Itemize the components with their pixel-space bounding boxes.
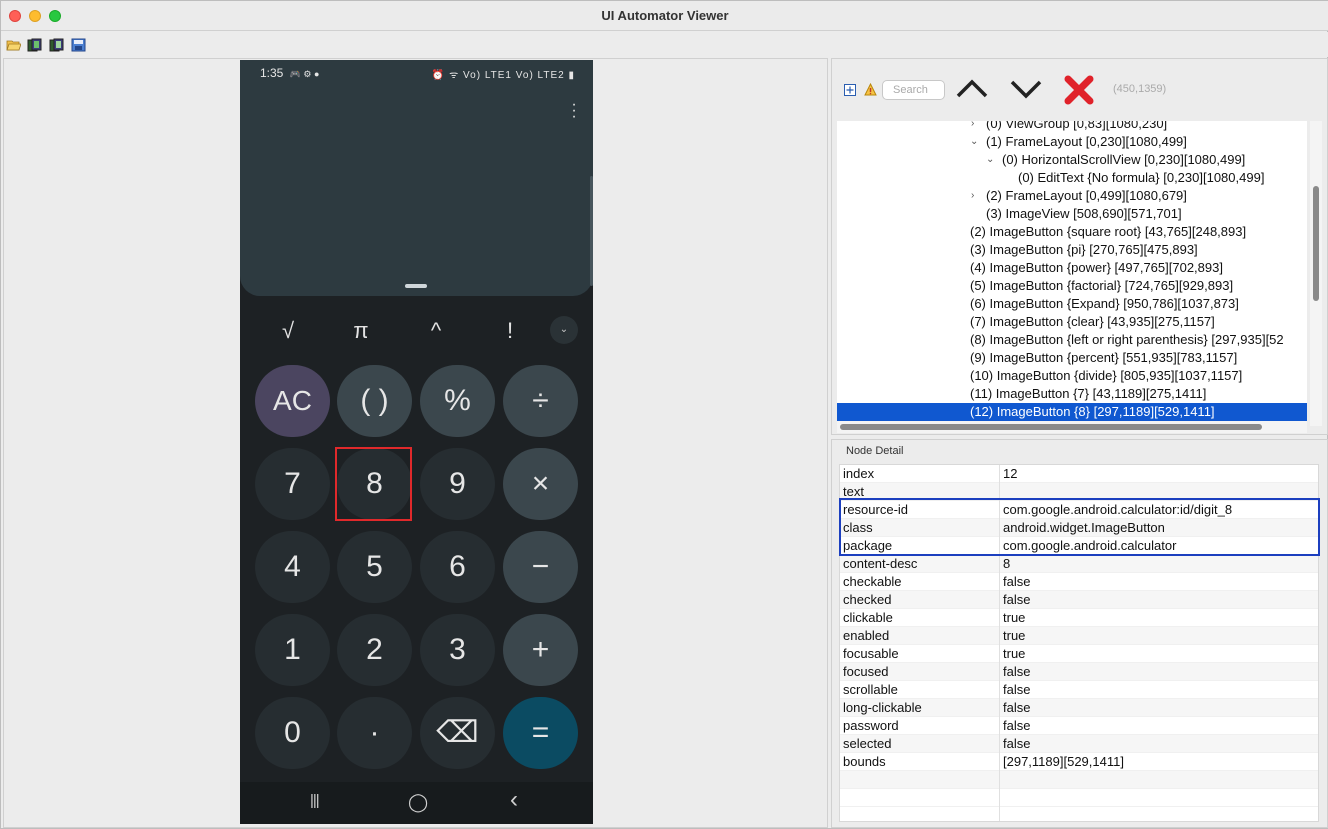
table-row[interactable]: long-clickable false — [840, 699, 1318, 717]
tree-row[interactable]: (9) ImageButton {percent} [551,935][783,… — [837, 349, 1307, 367]
title-bar: UI Automator Viewer — [1, 1, 1328, 31]
tree-row[interactable]: (7) ImageButton {clear} [43,935][275,115… — [837, 313, 1307, 331]
tree-row-selected[interactable]: (12) ImageButton {8} [297,1189][529,1411… — [837, 403, 1307, 421]
hierarchy-toolbar: Search (450,1359) — [832, 59, 1328, 121]
status-icons-right: ⏰ ᯤ Vo) LTE1 Vo) LTE2 ▮ — [431, 70, 575, 81]
table-row-empty — [840, 789, 1318, 807]
plus-button[interactable]: + — [503, 614, 578, 686]
table-row[interactable]: index 12 — [840, 465, 1318, 483]
digit-7-button[interactable]: 7 — [255, 448, 330, 520]
minus-button[interactable]: − — [503, 531, 578, 603]
equals-button[interactable]: = — [503, 697, 578, 769]
table-row[interactable]: scrollable false — [840, 681, 1318, 699]
percent-button[interactable]: % — [420, 365, 495, 437]
table-row[interactable]: focused false — [840, 663, 1318, 681]
digit-6-button[interactable]: 6 — [420, 531, 495, 603]
tree-row[interactable]: ⌄ (0) HorizontalScrollView [0,230][1080,… — [837, 151, 1307, 169]
tree-row[interactable]: (5) ImageButton {factorial} [724,765][92… — [837, 277, 1307, 295]
tree-vertical-scroll-thumb[interactable] — [1313, 186, 1319, 301]
save-icon[interactable] — [71, 38, 86, 52]
tree-vertical-scrollbar[interactable] — [1310, 121, 1322, 426]
home-icon[interactable]: ◯ — [408, 792, 428, 813]
table-row[interactable]: bounds [297,1189][529,1411] — [840, 753, 1318, 771]
factorial-button[interactable]: ! — [490, 318, 530, 344]
expand-button[interactable]: ⌄ — [550, 316, 578, 344]
table-row[interactable]: focusable true — [840, 645, 1318, 663]
scientific-row: √ π ^ ! ⌄ — [240, 310, 593, 350]
selected-node-highlight — [335, 447, 412, 521]
table-row-empty — [840, 771, 1318, 789]
tree-row[interactable]: › (0) ViewGroup [0,83][1080,230] — [837, 121, 1307, 133]
decimal-point-button[interactable]: · — [337, 697, 412, 769]
digit-3-button[interactable]: 3 — [420, 614, 495, 686]
digit-4-button[interactable]: 4 — [255, 531, 330, 603]
tree-row[interactable]: (11) ImageButton {7} [43,1189][275,1411] — [837, 385, 1307, 403]
tree-row[interactable]: (4) ImageButton {power} [497,765][702,89… — [837, 259, 1307, 277]
table-row[interactable]: enabled true — [840, 627, 1318, 645]
warning-icon[interactable] — [864, 83, 877, 96]
hierarchy-tree[interactable]: › (0) ViewGroup [0,83][1080,230] ⌄ (1) F… — [837, 121, 1307, 421]
search-input[interactable]: Search — [882, 80, 945, 100]
clear-button[interactable]: AC — [255, 365, 330, 437]
digit-9-button[interactable]: 9 — [420, 448, 495, 520]
status-bar-left: 1:35 🎮 ⚙ ● — [260, 66, 319, 80]
tree-row[interactable]: ⌄ (1) FrameLayout [0,230][1080,499] — [837, 133, 1307, 151]
digit-0-button[interactable]: 0 — [255, 697, 330, 769]
tree-row[interactable]: (0) EditText {No formula} [0,230][1080,4… — [837, 169, 1307, 187]
digit-2-button[interactable]: 2 — [337, 614, 412, 686]
attribute-highlight-box — [839, 498, 1320, 556]
status-icons-left: 🎮 ⚙ ● — [289, 69, 320, 79]
pi-button[interactable]: π — [341, 318, 381, 344]
tree-row[interactable]: (8) ImageButton {left or right parenthes… — [837, 331, 1307, 349]
table-row[interactable]: clickable true — [840, 609, 1318, 627]
device-screenshot-compressed-icon[interactable] — [49, 38, 64, 52]
display-scroll-indicator — [590, 176, 593, 286]
tree-row[interactable]: (3) ImageView [508,690][571,701] — [837, 205, 1307, 223]
square-root-button[interactable]: √ — [268, 318, 308, 344]
digit-5-button[interactable]: 5 — [337, 531, 412, 603]
next-result-icon[interactable] — [1009, 77, 1043, 101]
previous-result-icon[interactable] — [955, 77, 989, 101]
multiply-button[interactable]: × — [503, 448, 578, 520]
hierarchy-panel: Search (450,1359) › (0) ViewGroup [0,83]… — [831, 58, 1328, 435]
recents-icon[interactable]: ||| — [310, 792, 320, 809]
more-options-icon[interactable]: · · · — [571, 97, 577, 125]
table-row[interactable]: password false — [840, 717, 1318, 735]
tree-row[interactable]: › (2) FrameLayout [0,499][1080,679] — [837, 187, 1307, 205]
tree-row[interactable]: (10) ImageButton {divide} [805,935][1037… — [837, 367, 1307, 385]
parenthesis-button[interactable]: ( ) — [337, 365, 412, 437]
digit-1-button[interactable]: 1 — [255, 614, 330, 686]
table-row[interactable]: checkable false — [840, 573, 1318, 591]
status-time: 1:35 — [260, 66, 284, 80]
coordinates-readout: (450,1359) — [1113, 83, 1167, 95]
device-screenshot[interactable]: 1:35 🎮 ⚙ ● ⏰ ᯤ Vo) LTE1 Vo) LTE2 ▮ · · · √… — [240, 60, 593, 824]
clear-search-icon[interactable] — [1064, 75, 1094, 105]
table-row[interactable]: content-desc 8 — [840, 555, 1318, 573]
node-detail-title: Node Detail — [846, 445, 904, 457]
window-title: UI Automator Viewer — [601, 8, 729, 23]
calculator-display[interactable]: 1:35 🎮 ⚙ ● ⏰ ᯤ Vo) LTE1 Vo) LTE2 ▮ · · · — [240, 60, 593, 296]
expand-all-icon[interactable] — [844, 84, 856, 96]
tree-row[interactable]: (2) ImageButton {square root} [43,765][2… — [837, 223, 1307, 241]
tree-row[interactable]: (3) ImageButton {pi} [270,765][475,893] — [837, 241, 1307, 259]
tree-row[interactable]: (6) ImageButton {Expand} [950,786][1037,… — [837, 295, 1307, 313]
tree-horizontal-scrollbar[interactable] — [837, 421, 1307, 433]
open-folder-icon[interactable] — [6, 38, 21, 52]
device-screenshot-icon[interactable] — [27, 38, 42, 52]
android-nav-bar: ||| ◯ ‹ — [240, 782, 593, 824]
tree-horizontal-scroll-thumb[interactable] — [840, 424, 1262, 430]
divide-button[interactable]: ÷ — [503, 365, 578, 437]
table-row[interactable]: selected false — [840, 735, 1318, 753]
table-row[interactable]: checked false — [840, 591, 1318, 609]
app-window: UI Automator Viewer 1:35 🎮 ⚙ ● ⏰ ᯤ Vo) L… — [0, 0, 1328, 829]
back-icon[interactable]: ‹ — [510, 786, 518, 814]
main-toolbar — [1, 32, 1328, 57]
power-button[interactable]: ^ — [416, 318, 456, 344]
backspace-button[interactable]: ⌫ — [420, 697, 495, 769]
drag-handle[interactable] — [405, 284, 427, 288]
